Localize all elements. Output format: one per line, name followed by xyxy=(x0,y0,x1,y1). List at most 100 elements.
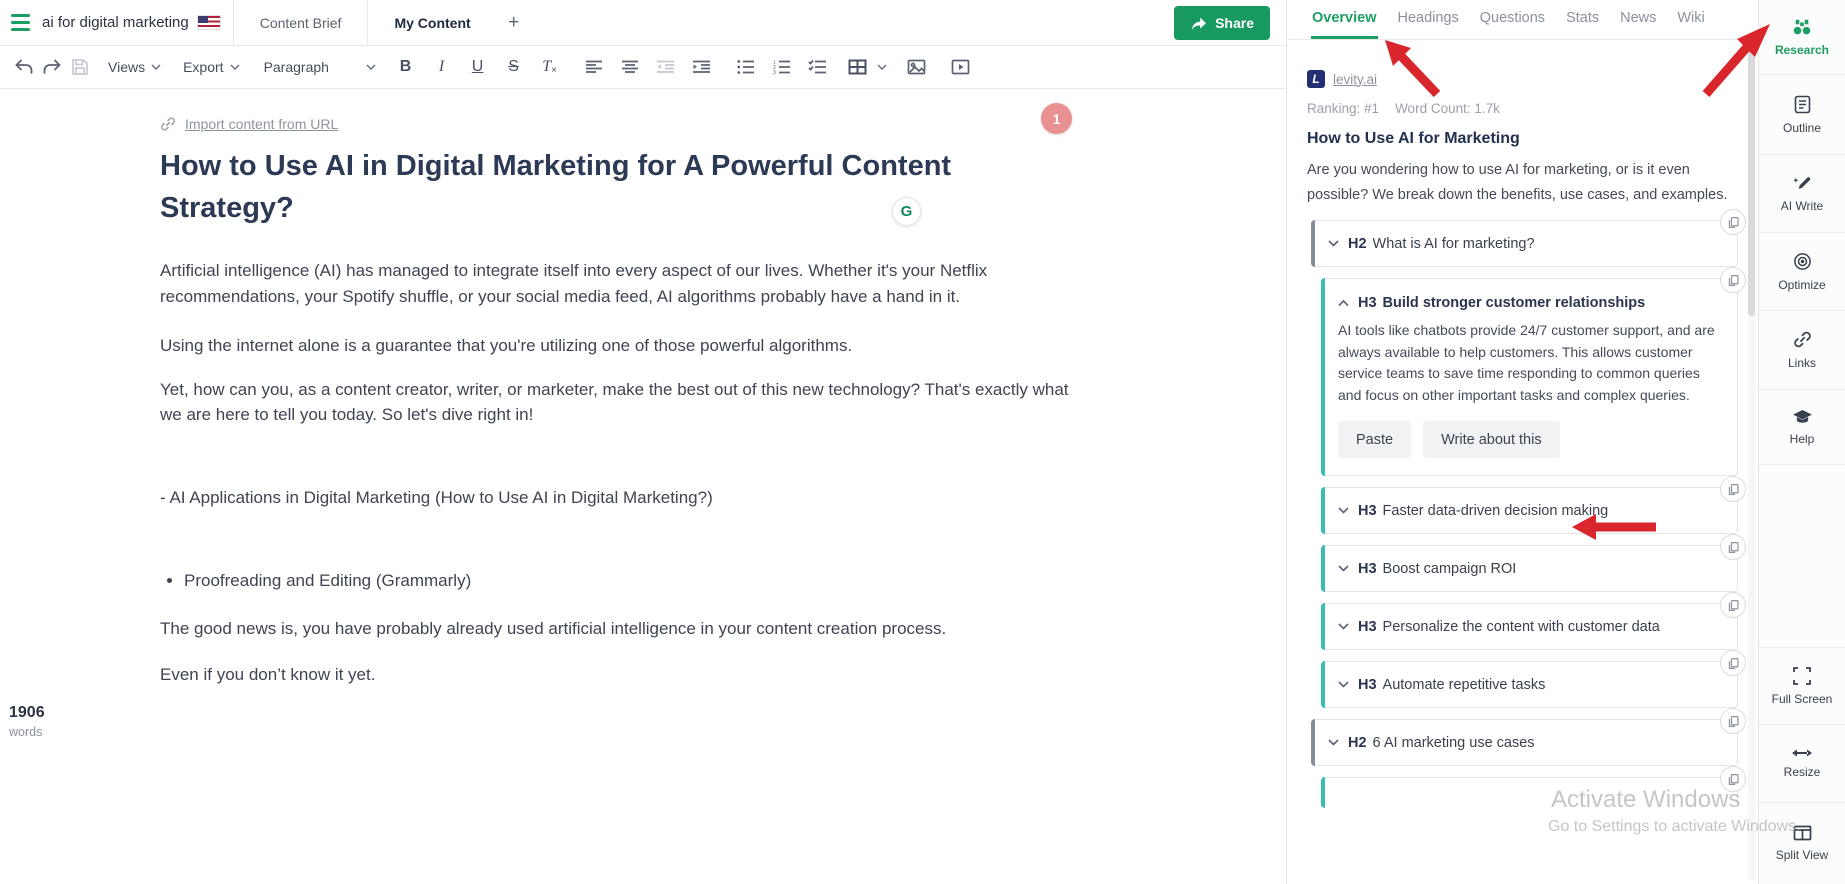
card-body-text: AI tools like chatbots provide 24/7 cust… xyxy=(1338,322,1715,403)
card-accent xyxy=(1321,487,1325,534)
share-button[interactable]: Share xyxy=(1174,6,1270,40)
research-binoculars-icon xyxy=(1793,19,1811,34)
outline-card-h3: H3 Personalize the content with customer… xyxy=(1321,592,1746,650)
paragraph: - AI Applications in Digital Marketing (… xyxy=(160,487,713,507)
chevron-down-icon xyxy=(1328,240,1339,247)
chevron-down-icon xyxy=(230,64,240,70)
chevron-down-icon xyxy=(366,64,376,70)
align-left-icon[interactable] xyxy=(580,52,608,82)
card-accent xyxy=(1321,545,1325,592)
sidebar-item-ai-write[interactable]: AI Write xyxy=(1759,155,1845,233)
copy-icon[interactable] xyxy=(1720,766,1746,792)
grammarly-icon[interactable]: G xyxy=(892,197,921,226)
align-center-icon[interactable] xyxy=(616,52,644,82)
sidebar-item-research[interactable]: Research xyxy=(1759,0,1845,75)
svg-text:3: 3 xyxy=(773,70,776,74)
insert-image-icon[interactable] xyxy=(903,52,931,82)
paragraph: Yet, how can you, as a content creator, … xyxy=(160,379,1069,425)
card-accent xyxy=(1321,278,1325,476)
chevron-up-icon xyxy=(1338,299,1349,306)
tab-wiki[interactable]: Wiki xyxy=(1676,0,1705,39)
sidebar-item-outline[interactable]: Outline xyxy=(1759,75,1845,155)
bold-button[interactable]: B xyxy=(392,52,420,82)
tab-stats[interactable]: Stats xyxy=(1565,0,1600,39)
sidebar-item-optimize[interactable]: Optimize xyxy=(1759,233,1845,311)
save-icon[interactable] xyxy=(66,52,94,82)
insert-video-icon[interactable] xyxy=(947,52,975,82)
word-count: 1906 words xyxy=(9,704,45,739)
chevron-down-icon xyxy=(1338,623,1349,630)
hamburger-menu-icon[interactable] xyxy=(0,0,42,46)
new-tab-button[interactable]: + xyxy=(497,0,531,46)
panel-tab-bar: Overview Headings Questions Stats News W… xyxy=(1287,0,1758,40)
copy-icon[interactable] xyxy=(1720,534,1746,560)
panel-body: L levity.ai Ranking: #1 Word Count: 1.7k… xyxy=(1287,70,1758,808)
copy-icon[interactable] xyxy=(1720,267,1746,293)
card-header[interactable]: H3 Boost campaign ROI xyxy=(1322,546,1737,591)
outline-document-icon xyxy=(1794,95,1810,113)
sidebar-item-split-view[interactable]: Split View xyxy=(1759,803,1845,884)
sidebar-item-help[interactable]: Help xyxy=(1759,390,1845,465)
tab-news[interactable]: News xyxy=(1619,0,1657,39)
us-flag-icon xyxy=(196,15,221,30)
card-actions: Paste Write about this xyxy=(1338,421,1721,458)
comment-count-badge[interactable]: 1 xyxy=(1041,103,1072,134)
result-description: Are you wondering how to use AI for mark… xyxy=(1307,162,1728,203)
site-favicon: L xyxy=(1307,70,1325,88)
card-header[interactable]: H3 Automate repetitive tasks xyxy=(1322,662,1737,707)
copy-icon[interactable] xyxy=(1720,650,1746,676)
outdent-icon[interactable] xyxy=(652,52,680,82)
sidebar-item-resize[interactable]: Resize xyxy=(1759,725,1845,803)
site-domain-link[interactable]: levity.ai xyxy=(1333,72,1377,87)
help-graduation-cap-icon xyxy=(1792,409,1812,423)
write-about-this-button[interactable]: Write about this xyxy=(1423,421,1560,458)
links-chain-icon xyxy=(1793,331,1811,348)
card-header[interactable]: H2 6 AI marketing use cases xyxy=(1312,720,1737,765)
tab-my-content[interactable]: My Content xyxy=(368,0,496,46)
insert-table-dropdown[interactable] xyxy=(848,52,887,82)
italic-button[interactable]: I xyxy=(428,52,456,82)
sidebar-spacer xyxy=(1759,465,1845,648)
chevron-down-icon xyxy=(1328,739,1339,746)
paragraph-style-dropdown[interactable]: Paragraph xyxy=(264,52,376,82)
underline-button[interactable]: U xyxy=(464,52,492,82)
tab-headings[interactable]: Headings xyxy=(1397,0,1460,39)
copy-icon[interactable] xyxy=(1720,476,1746,502)
chevron-down-icon xyxy=(1338,565,1349,572)
indent-icon[interactable] xyxy=(688,52,716,82)
editor-content[interactable]: Import content from URL How to Use AI in… xyxy=(0,89,1100,688)
outline-card-h3: H3 Automate repetitive tasks xyxy=(1321,650,1746,708)
import-content-link[interactable]: Import content from URL xyxy=(160,116,338,132)
tab-content-brief[interactable]: Content Brief xyxy=(234,0,368,46)
numbered-list-icon[interactable]: 123 xyxy=(768,52,796,82)
card-header[interactable]: H2 What is AI for marketing? xyxy=(1312,221,1737,266)
card-header[interactable]: H3 Faster data-driven decision making xyxy=(1322,488,1737,533)
outline-card-h2: H2 6 AI marketing use cases xyxy=(1311,708,1746,766)
card-header[interactable]: H3 Build stronger customer relationships xyxy=(1322,279,1737,313)
tab-questions[interactable]: Questions xyxy=(1479,0,1546,39)
tab-overview[interactable]: Overview xyxy=(1311,0,1378,39)
copy-icon[interactable] xyxy=(1720,209,1746,235)
clear-formatting-icon[interactable]: T × xyxy=(536,52,564,82)
sidebar-item-links[interactable]: Links xyxy=(1759,311,1845,390)
copy-icon[interactable] xyxy=(1720,592,1746,618)
checklist-icon[interactable] xyxy=(804,52,832,82)
strikethrough-button[interactable]: S xyxy=(500,52,528,82)
full-screen-icon xyxy=(1793,666,1811,685)
optimize-target-icon xyxy=(1793,252,1811,270)
table-icon xyxy=(848,59,867,75)
views-dropdown[interactable]: Views xyxy=(108,52,161,82)
top-bar: ai for digital marketing Content Brief M… xyxy=(0,0,1286,46)
sidebar-item-full-screen[interactable]: Full Screen xyxy=(1759,648,1845,725)
redo-icon[interactable] xyxy=(38,52,66,82)
undo-icon[interactable] xyxy=(10,52,38,82)
bullet-list-icon[interactable] xyxy=(732,52,760,82)
tools-sidebar: Research Outline AI Write Optimize Links… xyxy=(1758,0,1845,884)
outline-cards: H2 What is AI for marketing? H3 Build st… xyxy=(1307,209,1746,808)
paste-button[interactable]: Paste xyxy=(1338,421,1412,458)
scrollbar-thumb[interactable] xyxy=(1748,48,1755,316)
card-header[interactable]: H3 Personalize the content with customer… xyxy=(1322,604,1737,649)
copy-icon[interactable] xyxy=(1720,708,1746,734)
scrollbar-track xyxy=(1748,44,1755,880)
export-dropdown[interactable]: Export xyxy=(183,52,240,82)
